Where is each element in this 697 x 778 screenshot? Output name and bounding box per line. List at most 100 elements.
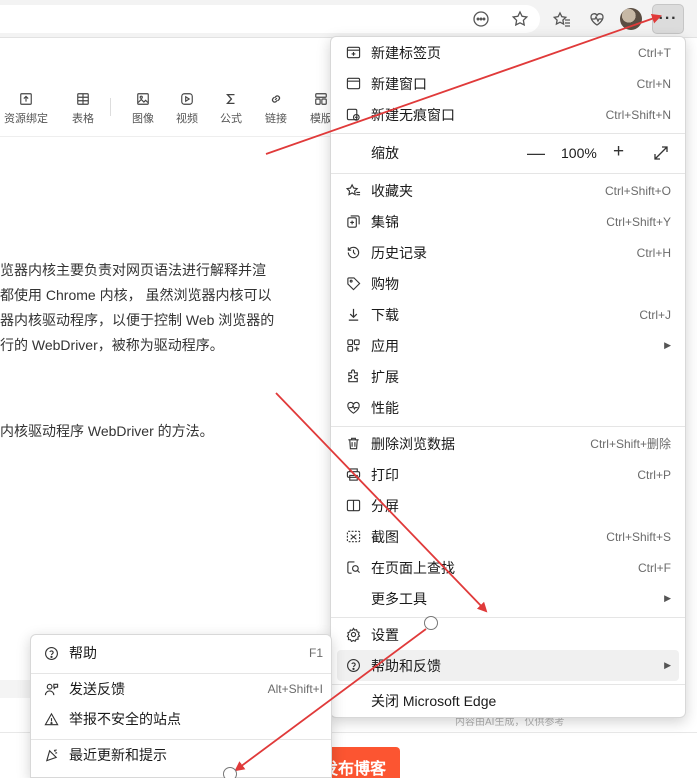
browser-essentials-heart-icon[interactable] — [586, 8, 608, 30]
menu-item-collections[interactable]: 集锦 Ctrl+Shift+Y — [337, 206, 679, 237]
formula-tool[interactable]: 公式 — [214, 86, 248, 126]
help-circle-icon — [42, 644, 60, 662]
toolbar-separator — [110, 98, 111, 116]
address-bar[interactable] — [0, 5, 540, 33]
menu-item-shortcut: Ctrl+P — [637, 467, 671, 482]
zoom-out-button[interactable]: — — [527, 143, 545, 164]
menu-item-label: 性能 — [371, 399, 399, 416]
menu-item-label: 设置 — [371, 626, 399, 643]
inprivate-window-icon — [344, 106, 362, 124]
menu-item-label: 打印 — [371, 466, 399, 483]
article-text-line[interactable]: 内核驱动程序 WebDriver 的方法。 — [0, 423, 214, 439]
menu-item-label: 更多工具 — [371, 590, 427, 607]
menu-item-find-on-page[interactable]: 在页面上查找 Ctrl+F — [337, 552, 679, 583]
video-tool[interactable]: 视频 — [170, 86, 204, 126]
link-tool[interactable]: 链接 — [259, 86, 293, 126]
menu-item-downloads[interactable]: 下载 Ctrl+J — [337, 299, 679, 330]
menu-separator — [331, 133, 685, 134]
screenshot-icon — [344, 528, 362, 546]
menu-item-performance[interactable]: 性能 — [337, 392, 679, 423]
menu-item-shortcut: Ctrl+Shift+S — [606, 529, 671, 544]
settings-and-more-button[interactable]: ··· — [652, 4, 684, 34]
menu-item-apps[interactable]: 应用 ▶ — [337, 330, 679, 361]
fullscreen-icon[interactable] — [653, 145, 669, 161]
favorites-bar-icon[interactable] — [551, 8, 573, 30]
download-icon — [344, 306, 362, 324]
new-tab-icon — [344, 44, 362, 62]
submenu-item-report-unsafe-site[interactable]: 举报不安全的站点 — [37, 705, 327, 733]
article-text-line[interactable]: 器内核驱动程序，以便于控制 Web 浏览器的 — [0, 312, 274, 328]
menu-item-shortcut: Ctrl+H — [636, 245, 671, 260]
split-screen-icon — [344, 497, 362, 515]
trash-icon — [344, 435, 362, 453]
menu-item-label: 新建窗口 — [371, 75, 427, 92]
article-text-line[interactable]: 览器内核主要负责对网页语法进行解释并渲 — [0, 262, 266, 278]
menu-item-zoom: 缩放 — [337, 137, 679, 168]
tool-label: 视频 — [176, 113, 198, 125]
zoom-in-button[interactable]: + — [613, 141, 624, 163]
profile-avatar[interactable] — [620, 8, 642, 30]
menu-item-label: 帮助和反馈 — [371, 657, 441, 674]
menu-item-shortcut: Ctrl+Shift+删除 — [590, 437, 671, 451]
menu-item-shortcut: Ctrl+Shift+N — [605, 107, 671, 122]
cursor-marker — [223, 767, 237, 778]
resource-binding-tool[interactable]: 资源绑定 — [2, 86, 50, 126]
menu-item-label: 缩放 — [371, 144, 399, 161]
menu-item-print[interactable]: 打印 Ctrl+P — [337, 459, 679, 490]
feedback-icon — [42, 680, 60, 698]
menu-item-label: 集锦 — [371, 213, 399, 230]
submenu-separator — [31, 673, 331, 674]
submenu-item-label: 帮助 — [69, 645, 97, 661]
extensions-icon — [344, 368, 362, 386]
tool-label: 资源绑定 — [4, 113, 48, 125]
editor-toolbar: 资源绑定 表格 图像 视频 公式 链接 模版 — [0, 86, 332, 126]
menu-item-history[interactable]: 历史记录 Ctrl+H — [337, 237, 679, 268]
menu-item-clear-browsing-data[interactable]: 删除浏览数据 Ctrl+Shift+删除 — [337, 428, 679, 459]
image-tool[interactable]: 图像 — [126, 86, 160, 126]
submenu-item-send-feedback[interactable]: 发送反馈 Alt+Shift+I — [37, 675, 327, 703]
submenu-item-shortcut: Alt+Shift+I — [267, 682, 323, 696]
page-actions-icon[interactable] — [470, 8, 492, 30]
menu-item-split-screen[interactable]: 分屏 — [337, 490, 679, 521]
menu-item-new-tab[interactable]: 新建标签页 Ctrl+T — [337, 37, 679, 68]
image-icon — [137, 93, 149, 105]
menu-item-label: 下载 — [371, 306, 399, 323]
menu-item-label: 新建标签页 — [371, 44, 441, 61]
submenu-item-whats-new[interactable]: 最近更新和提示 — [37, 741, 327, 769]
performance-heart-icon — [344, 399, 362, 417]
print-icon — [344, 466, 362, 484]
template-icon — [315, 93, 327, 105]
settings-and-more-menu: 新建标签页 Ctrl+T 新建窗口 Ctrl+N 新建无痕窗口 Ctrl+Shi… — [330, 36, 686, 718]
menu-item-screenshot[interactable]: 截图 Ctrl+Shift+S — [337, 521, 679, 552]
menu-item-label: 分屏 — [371, 497, 399, 514]
menu-item-more-tools[interactable]: 更多工具 ▶ — [337, 583, 679, 614]
menu-item-favorites[interactable]: 收藏夹 Ctrl+Shift+O — [337, 175, 679, 206]
menu-separator — [331, 617, 685, 618]
article-text-line[interactable]: 都使用 Chrome 内核， 虽然浏览器内核可以 — [0, 287, 271, 303]
menu-item-close-edge[interactable]: 关闭 Microsoft Edge — [337, 685, 679, 716]
tool-label: 模版 — [310, 113, 332, 125]
menu-item-settings[interactable]: 设置 — [337, 619, 679, 650]
warning-icon — [42, 710, 60, 728]
menu-item-shortcut: Ctrl+N — [636, 76, 671, 91]
publish-blog-button[interactable]: 发布博客 — [320, 747, 400, 778]
browser-toolbar: ··· — [0, 0, 697, 38]
menu-item-shortcut: Ctrl+F — [638, 560, 671, 575]
table-tool[interactable]: 表格 — [66, 86, 100, 126]
menu-item-new-window[interactable]: 新建窗口 Ctrl+N — [337, 68, 679, 99]
add-favorite-star-icon[interactable] — [509, 8, 531, 30]
video-icon — [181, 93, 193, 105]
menu-item-label: 收藏夹 — [371, 182, 413, 199]
submenu-arrow-icon: ▶ — [664, 593, 671, 603]
menu-item-help-and-feedback[interactable]: 帮助和反馈 ▶ — [337, 650, 679, 681]
menu-item-extensions[interactable]: 扩展 — [337, 361, 679, 392]
whats-new-icon — [42, 746, 60, 764]
submenu-item-label: 举报不安全的站点 — [69, 711, 181, 727]
menu-item-new-inprivate-window[interactable]: 新建无痕窗口 Ctrl+Shift+N — [337, 99, 679, 130]
submenu-item-help[interactable]: 帮助 F1 — [37, 639, 327, 667]
article-text-line[interactable]: 行的 WebDriver，被称为驱动程序。 — [0, 337, 224, 353]
menu-item-label: 删除浏览数据 — [371, 435, 455, 452]
menu-item-shopping[interactable]: 购物 — [337, 268, 679, 299]
shopping-tag-icon — [344, 275, 362, 293]
upload-box-icon — [20, 93, 32, 105]
